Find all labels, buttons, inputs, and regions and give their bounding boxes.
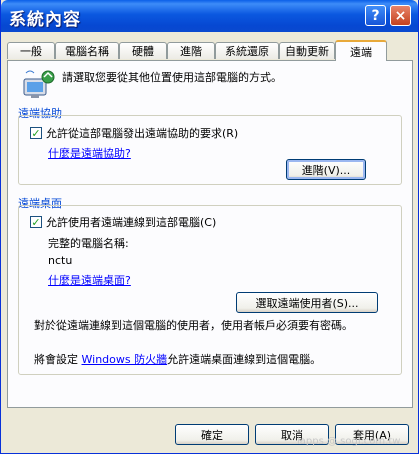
system-properties-window: 系統內容 ? × 一般 電腦名稱 硬體 進階 系統還原 自動更新 遠端 請選取您…: [0, 0, 419, 454]
select-remote-users-button[interactable]: 選取遠端使用者(S)...: [236, 292, 378, 313]
remote-desktop-group: [18, 205, 402, 375]
ok-button[interactable]: 確定: [175, 424, 249, 445]
allow-remote-assistance-label: 允許從這部電腦發出遠端協助的要求(R): [46, 127, 239, 140]
close-icon: ×: [394, 7, 407, 24]
check-icon: ✓: [30, 215, 42, 229]
check-icon: ✓: [30, 126, 42, 140]
tab-remote[interactable]: 遠端: [335, 40, 387, 61]
watermark: iapps @ sogi.com.tw: [297, 436, 401, 447]
windows-firewall-link[interactable]: Windows 防火牆: [82, 353, 168, 366]
computer-name-value: nctu: [48, 254, 73, 267]
tab-system-restore[interactable]: 系統還原: [215, 42, 279, 59]
window-title: 系統內容: [9, 10, 81, 30]
full-computer-name-label: 完整的電腦名稱:: [48, 237, 129, 250]
allow-remote-desktop-checkbox[interactable]: ✓ 允許使用者遠端連線到這部電腦(C): [30, 214, 216, 230]
tab-automatic-updates[interactable]: 自動更新: [279, 42, 335, 59]
tab-general[interactable]: 一般: [7, 42, 55, 59]
allow-remote-desktop-label: 允許使用者遠端連線到這部電腦(C): [46, 216, 217, 229]
advanced-button[interactable]: 進階(V)...: [286, 159, 366, 180]
help-icon: ?: [371, 7, 380, 24]
remote-tab-panel: 請選取您要從其他位置使用這部電腦的方式。 遠端協助 ✓ 允許從這部電腦發出遠端協…: [7, 60, 413, 408]
firewall-note: 將會設定 Windows 防火牆允許遠端桌面連線到這個電腦。: [34, 351, 321, 367]
tab-computer-name[interactable]: 電腦名稱: [55, 42, 119, 59]
tab-advanced[interactable]: 進階: [167, 42, 215, 59]
tab-hardware[interactable]: 硬體: [119, 42, 167, 59]
what-is-remote-desktop-link[interactable]: 什麼是遠端桌面?: [48, 272, 131, 288]
firewall-prefix: 將會設定: [34, 353, 78, 366]
what-is-remote-assistance-link[interactable]: 什麼是遠端協助?: [48, 145, 131, 161]
password-note: 對於從遠端連線到這個電腦的使用者，使用者帳戶必須要有密碼。: [34, 319, 353, 332]
firewall-suffix: 允許遠端桌面連線到這個電腦。: [167, 353, 322, 366]
allow-remote-assistance-checkbox[interactable]: ✓ 允許從這部電腦發出遠端協助的要求(R): [30, 125, 238, 141]
computer-remote-icon: [23, 70, 55, 98]
intro-text: 請選取您要從其他位置使用這部電腦的方式。: [62, 71, 282, 84]
close-button[interactable]: ×: [390, 5, 411, 26]
help-button[interactable]: ?: [365, 5, 386, 26]
title-bar[interactable]: 系統內容 ? ×: [1, 0, 418, 32]
tab-strip: 一般 電腦名稱 硬體 進階 系統還原 自動更新 遠端: [7, 40, 413, 61]
